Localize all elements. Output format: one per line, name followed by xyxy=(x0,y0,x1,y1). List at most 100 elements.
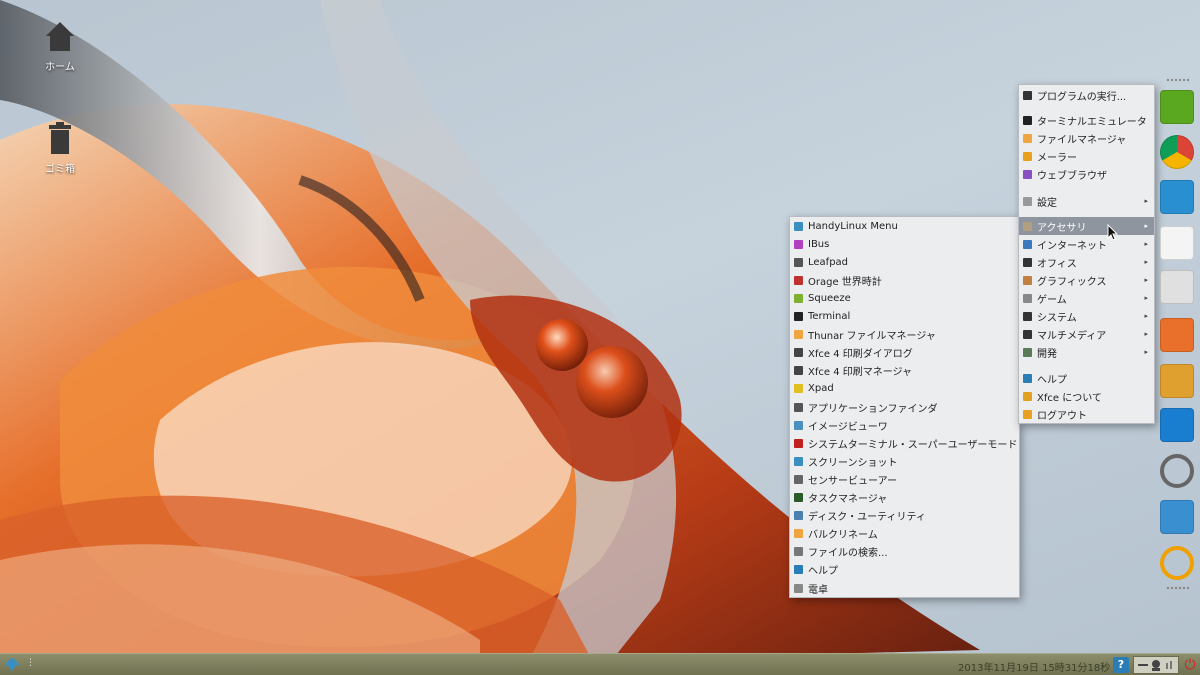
sub-menu-item[interactable]: ファイルの検索... xyxy=(790,543,1019,561)
main-menu-item[interactable]: アクセサリ ▸ xyxy=(1019,217,1154,235)
folder-icon xyxy=(794,330,803,340)
menu-item-label: ターミナルエミュレータ xyxy=(1037,116,1147,128)
desktop-home-item[interactable]: ホーム xyxy=(30,18,90,73)
main-menu-item[interactable]: 設定 ▸ xyxy=(1019,192,1154,210)
sub-menu-item[interactable]: アプリケーションファインダ xyxy=(790,398,1019,416)
sub-menu-item[interactable]: Leafpad xyxy=(790,253,1019,271)
main-menu-item[interactable]: Xfce について xyxy=(1019,387,1154,405)
main-menu-item[interactable]: ヘルプ xyxy=(1019,369,1154,387)
main-menu-item[interactable]: ゲーム ▸ xyxy=(1019,289,1154,307)
window-icon xyxy=(1160,500,1194,534)
sub-menu-item[interactable]: Orage 世界時計 xyxy=(790,271,1019,289)
main-menu-item[interactable]: メーラー xyxy=(1019,147,1154,165)
handylinux-logo-icon[interactable] xyxy=(4,657,20,673)
accessories-submenu: HandyLinux Menu IBus Leafpad Orage 世界時計 Sque… xyxy=(789,216,1020,598)
dock-bottom-grip[interactable] xyxy=(1166,586,1190,590)
menu-item-label: グラフィックス xyxy=(1037,276,1107,288)
dock-launcher[interactable] xyxy=(1158,316,1196,354)
submenu-arrow-icon: ▸ xyxy=(1144,240,1148,248)
dock-launcher[interactable] xyxy=(1158,133,1196,171)
sub-menu-item[interactable]: Xfce 4 印刷マネージャ xyxy=(790,362,1019,380)
sub-menu-item[interactable]: 電卓 xyxy=(790,579,1019,597)
chrome-icon xyxy=(1160,135,1194,169)
menu-item-label: Terminal xyxy=(808,311,851,322)
sub-menu-item[interactable]: IBus xyxy=(790,235,1019,253)
submenu-arrow-icon: ▸ xyxy=(1144,294,1148,302)
logout-icon xyxy=(1023,409,1032,419)
submenu-arrow-icon: ▸ xyxy=(1144,222,1148,230)
sub-menu-item[interactable]: システムターミナル・スーパーユーザーモード xyxy=(790,434,1019,452)
sub-menu-item[interactable]: Terminal xyxy=(790,308,1019,326)
dock-launcher[interactable] xyxy=(1158,452,1196,490)
desktop-trash-item[interactable]: ゴミ箱 xyxy=(30,120,90,175)
main-menu-item[interactable]: マルチメディア ▸ xyxy=(1019,325,1154,343)
system-tray[interactable] xyxy=(1133,656,1179,674)
sub-menu-item[interactable]: センサービューアー xyxy=(790,470,1019,488)
sub-menu-item[interactable]: ヘルプ xyxy=(790,561,1019,579)
sub-menu-item[interactable]: タスクマネージャ xyxy=(790,489,1019,507)
sub-menu-item[interactable]: Xpad xyxy=(790,380,1019,398)
main-menu-item[interactable]: インターネット ▸ xyxy=(1019,235,1154,253)
disk-icon xyxy=(794,511,803,521)
submenu-arrow-icon: ▸ xyxy=(1144,330,1148,338)
main-menu-item[interactable]: グラフィックス ▸ xyxy=(1019,271,1154,289)
main-menu-item[interactable]: オフィス ▸ xyxy=(1019,253,1154,271)
menu-item-label: Xpad xyxy=(808,383,834,395)
main-menu-item[interactable]: システム ▸ xyxy=(1019,307,1154,325)
software-center-icon xyxy=(1160,318,1194,352)
main-menu-item[interactable]: ウェブブラウザ xyxy=(1019,165,1154,183)
network-icon xyxy=(1138,660,1172,671)
teamviewer-icon xyxy=(1160,408,1194,442)
sub-menu-item[interactable]: ディスク・ユーティリティ xyxy=(790,507,1019,525)
main-menu-item[interactable]: プログラムの実行... xyxy=(1019,86,1154,104)
image-viewer-icon xyxy=(794,420,803,430)
sub-menu-item[interactable]: HandyLinux Menu xyxy=(790,217,1019,235)
games-icon xyxy=(1023,293,1032,303)
menu-item-label: インターネット xyxy=(1037,240,1107,252)
bottom-panel: ⋮ 2013年11月19日 15時31分18秒 ? ⏻ xyxy=(0,653,1200,675)
main-menu-item[interactable]: ファイルマネージャ xyxy=(1019,129,1154,147)
dock-launcher[interactable] xyxy=(1158,178,1196,216)
sub-menu-item[interactable]: Xfce 4 印刷ダイアログ xyxy=(790,344,1019,362)
dock-launcher[interactable] xyxy=(1158,268,1196,306)
play-launcher-icon xyxy=(1160,90,1194,124)
dock-launcher[interactable] xyxy=(1158,362,1196,400)
submenu-arrow-icon: ▸ xyxy=(1144,197,1148,205)
menu-item-label: ヘルプ xyxy=(808,566,838,578)
power-button[interactable]: ⏻ xyxy=(1182,657,1198,673)
menu-item-label: イメージビューワ xyxy=(808,421,888,433)
help-icon xyxy=(1023,373,1032,383)
main-menu-item[interactable]: ターミナルエミュレータ xyxy=(1019,111,1154,129)
main-menu-item[interactable]: 開発 ▸ xyxy=(1019,343,1154,361)
office-icon xyxy=(1023,257,1032,267)
sub-menu-item[interactable]: Thunar ファイルマネージャ xyxy=(790,326,1019,344)
menu-item-label: Xfce について xyxy=(1037,392,1102,404)
menu-item-label: センサービューアー xyxy=(808,475,897,487)
panel-handle[interactable]: ⋮ xyxy=(26,658,35,668)
sub-menu-item[interactable]: Squeeze xyxy=(790,289,1019,307)
sub-menu-item[interactable]: スクリーンショット xyxy=(790,452,1019,470)
terminal-icon xyxy=(794,312,803,321)
dock-launcher[interactable] xyxy=(1158,88,1196,126)
sub-menu-item[interactable]: イメージビューワ xyxy=(790,416,1019,434)
main-menu-item[interactable]: ログアウト xyxy=(1019,405,1154,423)
sensor-icon xyxy=(794,474,803,484)
menu-item-label: ディスク・ユーティリティ xyxy=(808,512,926,524)
dock-top-grip[interactable] xyxy=(1166,78,1190,82)
submenu-arrow-icon: ▸ xyxy=(1144,276,1148,284)
dock-launcher[interactable] xyxy=(1158,544,1196,582)
home-icon xyxy=(46,22,74,51)
submenu-arrow-icon: ▸ xyxy=(1144,348,1148,356)
sub-menu-item[interactable]: バルクリネーム xyxy=(790,525,1019,543)
menu-item-label: ウェブブラウザ xyxy=(1037,170,1107,182)
leafpad-icon xyxy=(794,257,803,267)
panel-clock[interactable]: 2013年11月19日 15時31分18秒 xyxy=(958,659,1110,674)
dock-launcher[interactable] xyxy=(1158,224,1196,262)
panel-help-button[interactable]: ? xyxy=(1113,657,1129,673)
fan-icon xyxy=(1160,180,1194,214)
task-manager-icon xyxy=(794,493,803,502)
dock-launcher[interactable] xyxy=(1158,498,1196,536)
menu-item-label: システムターミナル・スーパーユーザーモード xyxy=(808,439,1018,451)
dock-launcher[interactable] xyxy=(1158,406,1196,444)
menu-item-label: 設定 xyxy=(1037,197,1057,209)
